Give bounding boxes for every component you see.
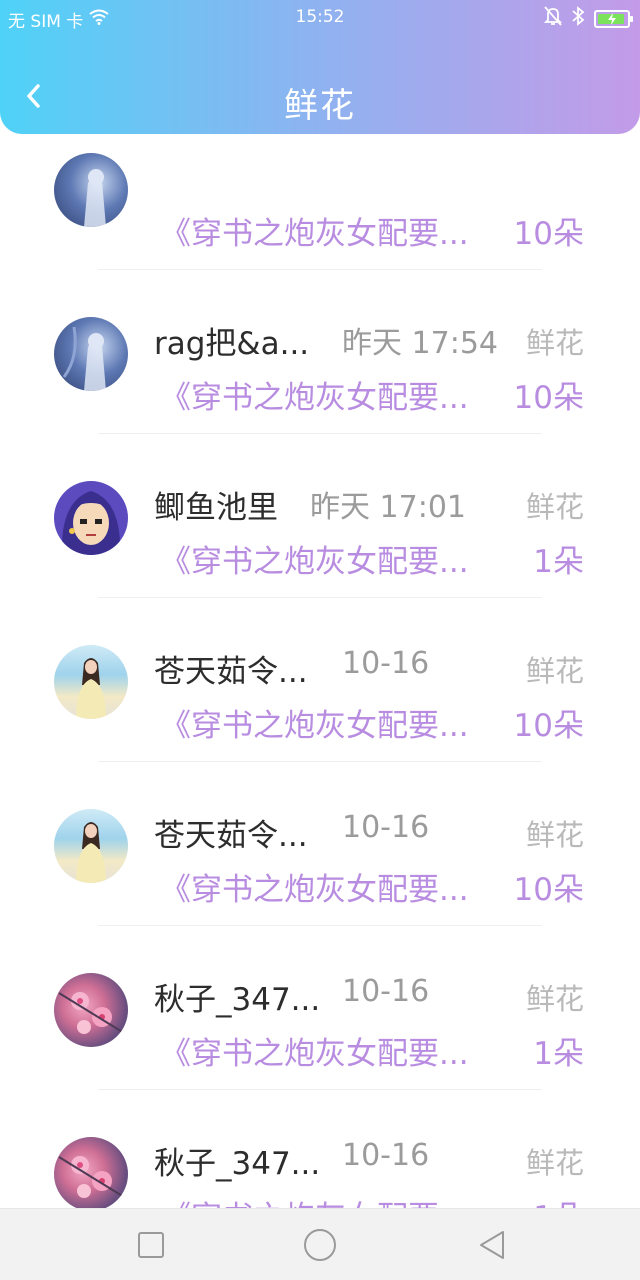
sender-name: 秋子_347... <box>154 1146 321 1182</box>
gift-amount: 1朵 <box>533 1036 584 1072</box>
recent-apps-button[interactable] <box>133 1227 169 1263</box>
sender-name: 苍天茹令... <box>154 654 308 690</box>
gift-type: 鲜花 <box>525 654 584 688</box>
gift-time: 10-16 <box>342 1138 430 1173</box>
home-button[interactable] <box>302 1227 338 1263</box>
gift-amount: 10朵 <box>513 708 584 744</box>
gift-time: 10-16 <box>342 810 430 845</box>
list-item[interactable]: 秋子_347... 10-16 鲜花 《穿书之炮灰女配要... 1朵 <box>0 926 640 1090</box>
page-title: 鲜花 <box>284 86 356 126</box>
book-title[interactable]: 《穿书之炮灰女配要... <box>160 1028 469 1073</box>
book-title[interactable]: 《穿书之炮灰女配要... <box>160 864 469 909</box>
system-nav-bar <box>0 1208 640 1280</box>
battery-charging-icon <box>594 9 633 28</box>
book-title[interactable]: 《穿书之炮灰女配要... <box>160 1192 469 1208</box>
recent-apps-icon <box>138 1232 164 1258</box>
gift-type: 鲜花 <box>525 490 584 524</box>
list-item[interactable]: 苍天茹令... 10-16 鲜花 《穿书之炮灰女配要... 10朵 <box>0 598 640 762</box>
gift-time: 昨天 17:54 <box>342 326 498 361</box>
list-item[interactable]: 秋子_347... 10-16 鲜花 《穿书之炮灰女配要... 1朵 <box>0 1090 640 1208</box>
avatar[interactable] <box>54 153 128 227</box>
book-title[interactable]: 《穿书之炮灰女配要... <box>160 372 469 417</box>
nav-back-button[interactable] <box>474 1227 510 1263</box>
list-item[interactable]: 苍天茹令... 10-16 鲜花 《穿书之炮灰女配要... 10朵 <box>0 762 640 926</box>
home-icon <box>304 1229 336 1261</box>
list-item[interactable]: rag把&a... 昨天 17:54 鲜花 《穿书之炮灰女配要... 10朵 <box>0 270 640 434</box>
status-bar: 无 SIM 卡 15:52 <box>0 0 640 36</box>
gift-amount: 10朵 <box>513 872 584 908</box>
status-right <box>543 6 633 31</box>
sender-name: 苍天茹令... <box>154 818 308 854</box>
sender-name: 秋子_347... <box>154 982 321 1018</box>
gift-amount: 1朵 <box>533 544 584 580</box>
gift-type: 鲜花 <box>525 818 584 852</box>
mute-bell-icon <box>543 6 563 31</box>
avatar[interactable] <box>54 317 128 391</box>
avatar[interactable] <box>54 645 128 719</box>
book-title[interactable]: 《穿书之炮灰女配要... <box>160 208 469 253</box>
gift-time: 10-16 <box>342 974 430 1009</box>
book-title[interactable]: 《穿书之炮灰女配要... <box>160 700 469 745</box>
gift-type: 鲜花 <box>525 982 584 1016</box>
avatar[interactable] <box>54 1137 128 1208</box>
book-title[interactable]: 《穿书之炮灰女配要... <box>160 536 469 581</box>
gift-time: 昨天 17:01 <box>310 490 466 525</box>
screen: 《穿书之炮灰女配要... 10朵 rag把&a... 昨天 17:54 鲜花 《… <box>0 0 640 1280</box>
avatar[interactable] <box>54 481 128 555</box>
title-bar: 鲜花 <box>0 60 640 134</box>
avatar[interactable] <box>54 973 128 1047</box>
gift-type: 鲜花 <box>525 1146 584 1180</box>
back-triangle-icon <box>480 1231 504 1259</box>
gift-amount: 10朵 <box>513 216 584 252</box>
sender-name: rag把&a... <box>154 326 310 362</box>
app-header: 无 SIM 卡 15:52 鲜花 <box>0 0 640 134</box>
gift-type: 鲜花 <box>525 326 584 360</box>
sender-name: 鲫鱼池里 <box>154 490 278 526</box>
gift-amount: 10朵 <box>513 380 584 416</box>
gift-amount: 1朵 <box>533 1192 584 1208</box>
gift-time: 10-16 <box>342 646 430 681</box>
flower-gift-list: 《穿书之炮灰女配要... 10朵 rag把&a... 昨天 17:54 鲜花 《… <box>0 106 640 1208</box>
bluetooth-icon <box>571 6 585 31</box>
list-item[interactable]: 鲫鱼池里 昨天 17:01 鲜花 《穿书之炮灰女配要... 1朵 <box>0 434 640 598</box>
avatar[interactable] <box>54 809 128 883</box>
